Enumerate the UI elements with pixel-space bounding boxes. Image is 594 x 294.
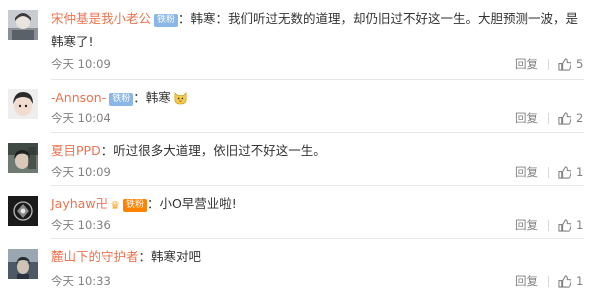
avatar[interactable]: [8, 196, 38, 226]
comment-text: ：听过很多大道理，依旧过不好这一生。: [100, 143, 326, 158]
reply-button[interactable]: 回复: [515, 163, 538, 181]
comment-footer: 今天 10:09 回复 1: [51, 163, 584, 181]
like-button[interactable]: 1: [558, 272, 584, 290]
comment-footer: 今天 10:36 回复 1: [51, 216, 584, 234]
fan-badge: 铁粉: [154, 14, 179, 27]
action-divider: [548, 275, 549, 287]
comment-username[interactable]: 麓山下的守护者: [51, 249, 139, 264]
comment-footer: 今天 10:04 回复 2: [51, 109, 584, 127]
action-divider: [548, 58, 549, 70]
like-count: 1: [576, 218, 584, 232]
thumbs-up-icon: [558, 274, 571, 288]
comment-username[interactable]: Jayhaw卍: [51, 196, 108, 211]
like-button[interactable]: 1: [558, 163, 584, 181]
comment-footer: 今天 10:33 回复 1: [51, 272, 584, 290]
comment-item: 宋仲基是我小老公 铁粉 ：韩寒：我们听过无数的道理，却仍旧过不好这一生。大胆预测一波…: [0, 0, 594, 78]
thumbs-up-icon: [558, 218, 571, 232]
like-count: 2: [576, 111, 584, 125]
comment-text: ：小O早营业啦!: [146, 196, 237, 211]
crown-icon: ♛: [110, 199, 120, 212]
comment-time: 今天 10:09: [51, 165, 111, 179]
action-divider: [548, 219, 549, 231]
comment-time: 今天 10:33: [51, 274, 111, 288]
avatar[interactable]: [8, 143, 38, 173]
comment-username[interactable]: 宋仲基是我小老公: [51, 11, 151, 26]
fan-badge: 铁粉: [109, 93, 134, 106]
comment-time: 今天 10:09: [51, 57, 111, 71]
like-button[interactable]: 2: [558, 109, 584, 127]
thumbs-up-icon: [558, 111, 571, 125]
comment-item: 麓山下的守护者：韩寒对吧 今天 10:33 回复 1: [0, 239, 594, 294]
comment-time: 今天 10:36: [51, 218, 111, 232]
thumbs-up-icon: [558, 165, 571, 179]
avatar[interactable]: [8, 249, 38, 279]
avatar[interactable]: [8, 89, 38, 119]
thumbs-up-icon: [558, 57, 571, 71]
comment-text: ：韩寒对吧: [138, 249, 202, 264]
comment-text: ：韩寒: [133, 90, 171, 105]
fan-badge: 铁粉: [122, 199, 147, 212]
like-button[interactable]: 5: [558, 55, 584, 73]
comment-footer: 今天 10:09 回复 5: [51, 55, 584, 73]
action-divider: [548, 112, 549, 124]
action-divider: [548, 166, 549, 178]
comment-time: 今天 10:04: [51, 111, 111, 125]
like-count: 1: [576, 274, 584, 288]
avatar[interactable]: [8, 10, 38, 40]
reply-button[interactable]: 回复: [515, 109, 538, 127]
like-count: 5: [576, 57, 584, 71]
comment-username[interactable]: 夏目PPD: [51, 143, 101, 158]
comment-item: -Annson- 铁粉 ：韩寒 今天 10:04 回复 2: [0, 80, 594, 132]
comment-username[interactable]: -Annson-: [51, 90, 106, 105]
cat-emoji-icon: [174, 92, 187, 105]
comment-text-continued: 韩寒了!: [51, 34, 94, 49]
like-button[interactable]: 1: [558, 216, 584, 234]
reply-button[interactable]: 回复: [515, 55, 538, 73]
comment-item: 夏目PPD：听过很多大道理，依旧过不好这一生。 今天 10:09 回复 1: [0, 133, 594, 185]
reply-button[interactable]: 回复: [515, 216, 538, 234]
reply-button[interactable]: 回复: [515, 272, 538, 290]
comment-item: Jayhaw卍 ♛ 铁粉 ：小O早营业啦! 今天 10:36 回复 1: [0, 186, 594, 238]
comment-text: ：韩寒：我们听过无数的道理，却仍旧过不好这一生。大胆预测一波，是: [178, 11, 579, 26]
like-count: 1: [576, 165, 584, 179]
